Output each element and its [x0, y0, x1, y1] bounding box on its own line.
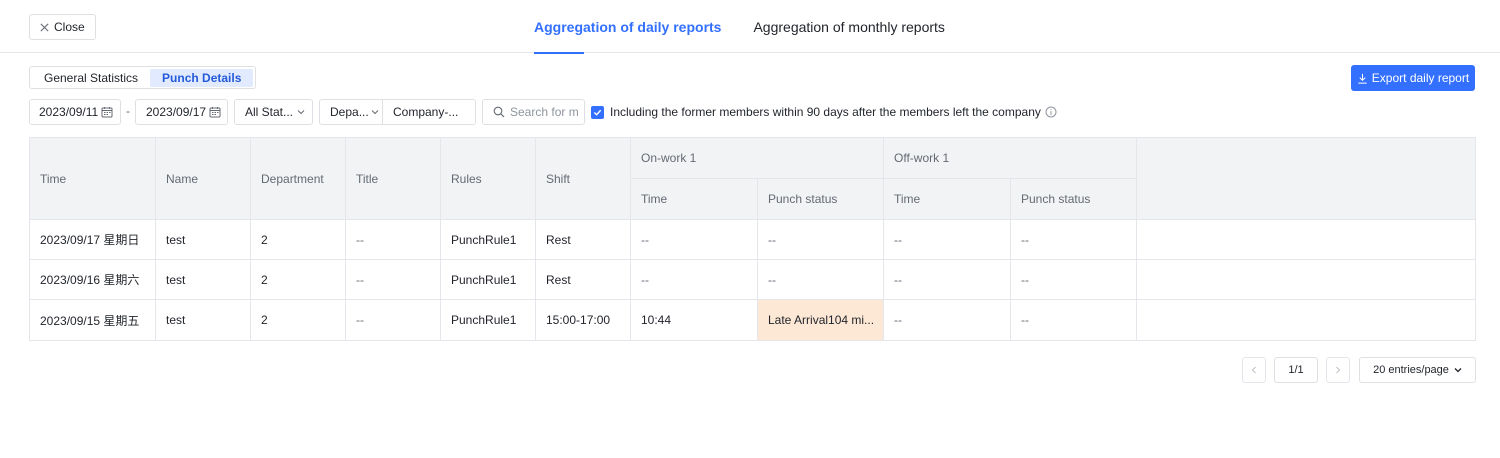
next-page-button[interactable]: [1326, 357, 1350, 383]
cell-filler: [1137, 220, 1476, 260]
pagination: 1/1 20 entries/page: [1242, 357, 1476, 383]
export-daily-report-button[interactable]: Export daily report: [1351, 65, 1475, 91]
cell-off-work-status: --: [1011, 300, 1137, 341]
cell-filler: [1137, 260, 1476, 300]
search-placeholder: Search for m: [510, 105, 579, 119]
cell-off-work-time: --: [884, 300, 1011, 341]
search-icon: [493, 106, 505, 118]
cell-title: --: [346, 300, 441, 341]
cell-on-work-status-late[interactable]: Late Arrival104 mi...: [758, 300, 884, 341]
close-button[interactable]: Close: [29, 14, 96, 40]
top-bar: Close Aggregation of daily reports Aggre…: [0, 0, 1500, 54]
department-select[interactable]: Depa...: [320, 100, 383, 124]
start-date-picker[interactable]: 2023/09/11: [29, 99, 121, 125]
chevron-left-icon: [1251, 366, 1256, 374]
header-department: Department: [251, 137, 346, 220]
status-value: All Stat...: [245, 105, 294, 119]
info-icon[interactable]: [1045, 106, 1057, 118]
include-former-members-text: Including the former members within 90 d…: [610, 105, 1041, 119]
cell-department: 2: [251, 260, 346, 300]
company-select[interactable]: Company-...: [383, 100, 458, 124]
start-date-value: 2023/09/11: [39, 105, 99, 119]
header-on-work-time: Time: [631, 179, 758, 220]
organization-filter: Depa... Company-...: [319, 99, 476, 125]
end-date-picker[interactable]: 2023/09/17: [135, 99, 228, 125]
cell-time: 2023/09/16 星期六: [29, 260, 156, 300]
cell-time: 2023/09/15 星期五: [29, 300, 156, 341]
cell-shift: Rest: [536, 220, 631, 260]
end-date-value: 2023/09/17: [146, 105, 207, 119]
cell-time: 2023/09/17 星期日: [29, 220, 156, 260]
cell-department: 2: [251, 300, 346, 341]
cell-off-work-status: --: [1011, 220, 1137, 260]
cell-name: test: [156, 220, 251, 260]
close-label: Close: [54, 20, 85, 34]
close-icon: [40, 22, 49, 32]
calendar-icon: [101, 107, 113, 118]
company-value: Company-...: [393, 105, 459, 119]
header-on-work-group: On-work 1: [631, 137, 884, 179]
prev-page-button[interactable]: [1242, 357, 1266, 383]
chevron-right-icon: [1336, 366, 1341, 374]
general-statistics-option[interactable]: General Statistics: [32, 69, 150, 87]
cell-on-work-time: --: [631, 260, 758, 300]
cell-department: 2: [251, 220, 346, 260]
date-range-separator: -: [126, 104, 130, 118]
cell-off-work-time: --: [884, 260, 1011, 300]
page-indicator[interactable]: 1/1: [1274, 357, 1318, 383]
header-filler: [1137, 137, 1476, 220]
export-label: Export daily report: [1371, 71, 1470, 85]
search-input[interactable]: Search for m: [482, 99, 585, 125]
cell-on-work-status: --: [758, 220, 884, 260]
header-rules: Rules: [441, 137, 536, 220]
page-size-select[interactable]: 20 entries/page: [1359, 357, 1476, 383]
header-time: Time: [29, 137, 156, 220]
include-former-members-checkbox[interactable]: [591, 106, 604, 119]
download-icon: [1358, 73, 1367, 84]
cell-rules: PunchRule1: [441, 220, 536, 260]
header-off-work-group: Off-work 1: [884, 137, 1137, 179]
check-icon: [593, 109, 602, 116]
report-tabs: Aggregation of daily reports Aggregation…: [534, 0, 945, 54]
cell-filler: [1137, 300, 1476, 341]
cell-off-work-time: --: [884, 220, 1011, 260]
page-size-value: 20 entries/page: [1373, 364, 1449, 376]
header-title: Title: [346, 137, 441, 220]
punch-details-table: Time Name Department Title Rules Shift O…: [29, 137, 1476, 342]
chevron-down-icon: [371, 110, 379, 115]
cell-name: test: [156, 300, 251, 341]
cell-rules: PunchRule1: [441, 300, 536, 341]
cell-rules: PunchRule1: [441, 260, 536, 300]
header-off-work-status: Punch status: [1011, 179, 1137, 220]
header-name: Name: [156, 137, 251, 220]
calendar-icon: [209, 107, 221, 118]
cell-title: --: [346, 220, 441, 260]
cell-on-work-status: --: [758, 260, 884, 300]
tab-monthly-reports[interactable]: Aggregation of monthly reports: [753, 0, 944, 53]
tab-daily-reports[interactable]: Aggregation of daily reports: [534, 0, 721, 54]
header-on-work-status: Punch status: [758, 179, 884, 220]
cell-title: --: [346, 260, 441, 300]
punch-details-option[interactable]: Punch Details: [150, 68, 254, 87]
chevron-down-icon: [297, 110, 305, 115]
header-shift: Shift: [536, 137, 631, 220]
chevron-down-icon: [1454, 368, 1462, 373]
view-switch: General Statistics Punch Details: [29, 66, 257, 89]
cell-on-work-time: --: [631, 220, 758, 260]
cell-name: test: [156, 260, 251, 300]
cell-shift: Rest: [536, 260, 631, 300]
cell-off-work-status: --: [1011, 260, 1137, 300]
include-former-members-label: Including the former members within 90 d…: [610, 105, 1057, 119]
cell-on-work-time: 10:44: [631, 300, 758, 341]
department-value: Depa...: [330, 105, 369, 119]
status-select[interactable]: All Stat...: [234, 99, 313, 125]
header-off-work-time: Time: [884, 179, 1011, 220]
cell-shift: 15:00-17:00: [536, 300, 631, 341]
